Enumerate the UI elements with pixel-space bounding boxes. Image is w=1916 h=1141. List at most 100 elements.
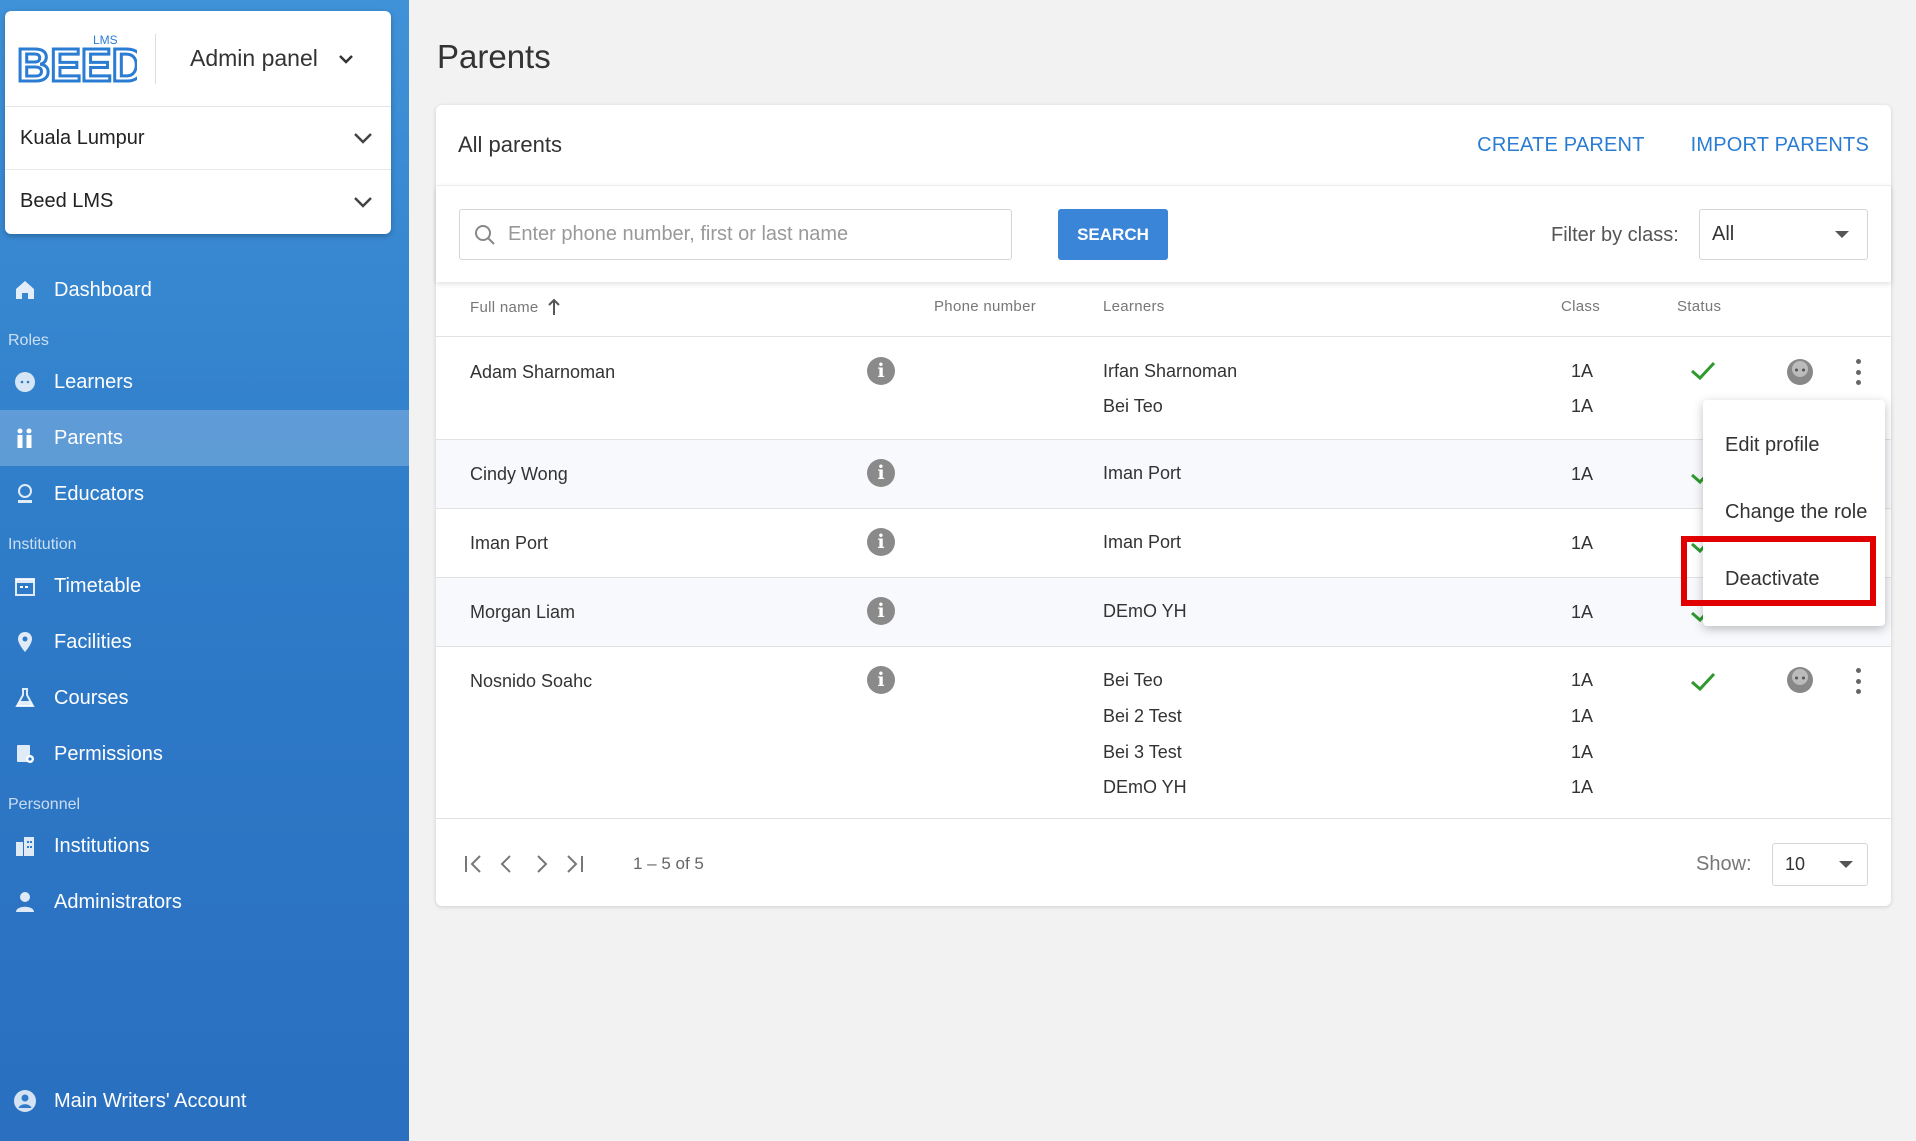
menu-change-role[interactable]: Change the role [1725,501,1867,524]
next-page-icon[interactable] [530,853,552,875]
admin-panel-label: Admin panel [190,45,318,71]
sidebar-item-courses[interactable]: Courses [0,670,409,726]
section-institution: Institution [8,536,77,553]
import-parents-link[interactable]: IMPORT PARENTS [1691,134,1869,157]
parents-icon [12,425,38,451]
sidebar-item-educators[interactable]: Educators [0,466,409,522]
header-full-name-label: Full name [470,298,539,316]
permissions-icon [12,741,38,767]
learner-name: Iman Port [1103,532,1182,552]
class-value: 1A [1571,533,1594,553]
first-page-icon[interactable] [463,853,485,875]
home-icon [12,277,38,303]
chevron-down-icon [354,196,372,208]
more-options-icon[interactable] [1855,359,1861,385]
learner-name: Bei 2 Test [1103,706,1182,726]
sidebar-item-institutions[interactable]: Institutions [0,818,409,874]
parent-name[interactable]: Cindy Wong [470,464,568,485]
last-page-icon[interactable] [563,853,585,875]
search-bar: SEARCH Filter by class: All [436,185,1891,282]
search-input[interactable] [508,223,988,246]
admin-panel-dropdown[interactable]: Admin panel [190,45,356,72]
sidebar-item-label: Educators [54,482,145,505]
sidebar-item-timetable[interactable]: Timetable [0,558,409,614]
page-title: Parents [437,38,551,75]
calendar-icon [12,573,38,599]
chevron-down-icon [354,133,372,144]
account-icon [12,1088,38,1114]
sidebar-item-facilities[interactable]: Facilities [0,614,409,670]
table-row[interactable]: Cindy Wong i Iman Port 1A [436,439,1891,508]
header-class: Class [1561,298,1601,315]
table-row[interactable]: Iman Port i Iman Port 1A [436,508,1891,577]
impersonate-icon[interactable] [1786,665,1814,695]
table-row[interactable]: Morgan Liam i DEmO YH 1A [436,577,1891,646]
class-value: 1A [1571,602,1594,622]
sidebar-item-dashboard[interactable]: Dashboard [0,262,409,318]
admin-user-icon [12,889,38,915]
sidebar-item-label: Facilities [54,630,132,653]
parent-name[interactable]: Nosnido Soahc [470,671,592,692]
table-row[interactable]: Adam Sharnoman i Irfan Sharnoman Bei Teo… [436,336,1891,439]
header-full-name[interactable]: Full name [470,298,561,316]
search-field[interactable] [459,209,1012,260]
sidebar-item-label: Administrators [54,890,182,913]
table-row[interactable]: Nosnido Soahc i Bei Teo Bei 2 Test Bei 3… [436,646,1891,818]
prev-page-icon[interactable] [496,853,518,875]
info-icon[interactable]: i [867,666,895,694]
learner-name: DEmO YH [1103,601,1187,621]
show-label: Show: [1696,853,1752,875]
learner-name: DEmO YH [1103,777,1187,797]
class-filter-select[interactable]: All [1699,209,1868,260]
impersonate-icon[interactable] [1786,357,1814,387]
page-size-value: 10 [1785,854,1806,874]
sidebar-item-label: Dashboard [54,278,152,301]
class-value: 1A [1571,670,1594,690]
sidebar-item-parents[interactable]: Parents [0,410,409,466]
page-size-select[interactable]: 10 [1772,843,1868,886]
parent-name[interactable]: Iman Port [470,533,548,554]
sidebar-item-permissions[interactable]: Permissions [0,726,409,782]
account-name: Main Writers' Account [54,1089,247,1112]
sidebar-item-label: Permissions [54,742,163,765]
brand-card: LMS BEED Admin panel Kuala Lumpur Beed L… [5,11,391,234]
parent-name[interactable]: Adam Sharnoman [470,362,615,383]
create-parent-link[interactable]: CREATE PARENT [1477,134,1644,157]
info-icon[interactable]: i [867,459,895,487]
header-phone: Phone number [934,298,1037,315]
info-icon[interactable]: i [867,528,895,556]
learner-name: Irfan Sharnoman [1103,361,1238,381]
class-value: 1A [1571,706,1594,726]
check-icon [1691,672,1716,692]
search-button[interactable]: SEARCH [1058,209,1168,260]
parent-name[interactable]: Morgan Liam [470,602,575,623]
learner-name: Bei Teo [1103,670,1163,690]
menu-edit-profile[interactable]: Edit profile [1725,434,1820,457]
more-options-icon[interactable] [1855,668,1861,694]
sidebar-item-administrators[interactable]: Administrators [0,874,409,930]
sidebar-item-label: Parents [54,426,123,449]
section-personnel: Personnel [8,796,81,813]
location-pin-icon [12,629,38,655]
sidebar-item-label: Timetable [54,574,142,597]
sidebar-item-label: Learners [54,370,133,393]
caret-down-icon [1835,231,1849,238]
info-icon[interactable]: i [867,357,895,385]
sidebar-item-learners[interactable]: Learners [0,354,409,410]
location-select[interactable]: Kuala Lumpur [5,107,391,170]
educator-icon [12,481,38,507]
caret-down-icon [1839,861,1853,868]
sidebar: LMS BEED Admin panel Kuala Lumpur Beed L… [0,0,409,1141]
location-value: Kuala Lumpur [20,126,145,149]
org-select[interactable]: Beed LMS [5,170,391,233]
card-title: All parents [458,132,562,157]
chevron-down-icon [338,54,353,64]
beed-logo[interactable]: LMS BEED [5,11,155,107]
info-icon[interactable]: i [867,597,895,625]
learner-name: Bei Teo [1103,396,1163,416]
pagination: 1 – 5 of 5 Show: 10 [436,818,1891,906]
highlight-box [1681,536,1876,606]
account-menu[interactable]: Main Writers' Account [0,1073,409,1129]
learner-name: Iman Port [1103,463,1182,483]
class-value: 1A [1571,396,1594,416]
